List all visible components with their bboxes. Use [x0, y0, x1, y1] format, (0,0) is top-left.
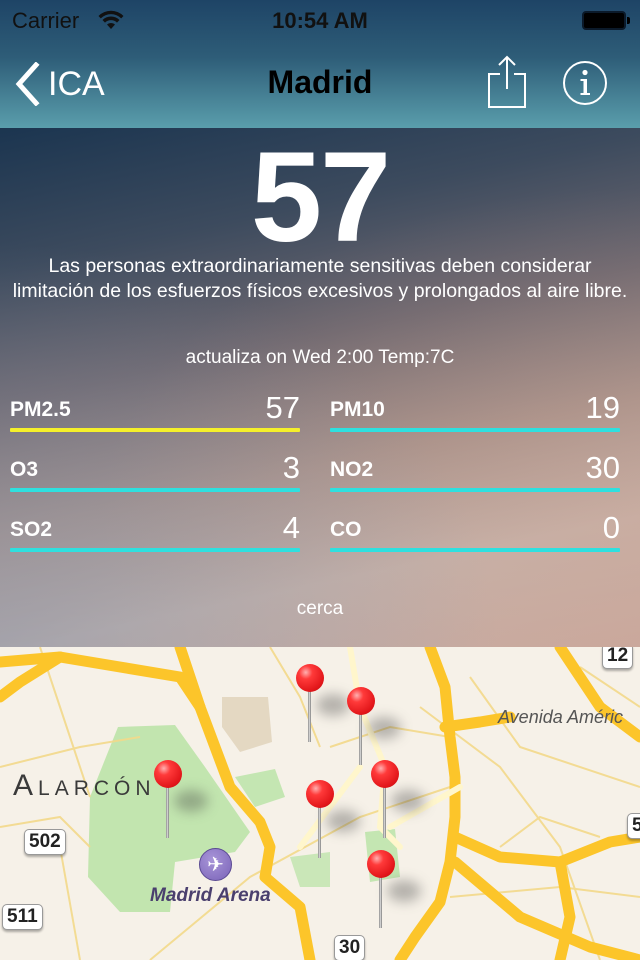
pollutant-name: O3 — [10, 458, 39, 481]
battery-icon — [582, 11, 630, 30]
pollutant-name: SO2 — [10, 518, 53, 541]
road-shield: 12 — [602, 647, 634, 669]
nearby-button[interactable]: cerca — [0, 598, 640, 620]
header: Carrier 10:54 AM ICA Madrid — [0, 0, 640, 128]
health-advice: Las personas extraordinariamente sensiti… — [12, 255, 628, 302]
map-pin[interactable] — [154, 760, 208, 840]
road-shield: 502 — [24, 829, 66, 855]
pollutant-value: 30 — [585, 450, 620, 485]
pollutant-name: PM2.5 — [10, 398, 71, 421]
pollutant-bar — [10, 488, 300, 492]
info-button[interactable] — [562, 60, 608, 106]
airplane-icon[interactable]: ✈ — [199, 848, 232, 881]
road-shield: 511 — [2, 904, 43, 930]
map-label-district: Alarcón — [13, 769, 156, 802]
pollutant-value: 19 — [585, 390, 620, 425]
map-pin[interactable] — [347, 687, 401, 767]
pollutant-bar — [330, 488, 620, 492]
map-view[interactable]: Alarcón Avenida Améric ✈ Madrid Arena 12… — [0, 647, 640, 960]
aqi-value: 57 — [250, 128, 391, 269]
chevron-left-icon — [15, 62, 40, 106]
pollutant-bar — [10, 428, 300, 432]
map-pin[interactable] — [296, 664, 350, 744]
map-label-street: Avenida Améric — [498, 707, 624, 727]
info-icon — [563, 61, 607, 105]
map-label-poi[interactable]: Madrid Arena — [150, 885, 271, 907]
share-icon — [488, 55, 526, 108]
pollutant-value: 4 — [282, 510, 300, 545]
pollutant-value: 3 — [282, 450, 300, 485]
pollutant-bar — [330, 548, 620, 552]
pollutant-pm25: PM2.5 57 — [10, 390, 300, 432]
back-label: ICA — [48, 64, 105, 103]
pollutant-name: CO — [330, 518, 362, 541]
map-pin[interactable] — [371, 760, 425, 840]
aqi-panel: 57 Las personas extraordinariamente sens… — [0, 128, 640, 647]
pollutant-bar — [330, 428, 620, 432]
pollutant-name: PM10 — [330, 398, 385, 421]
road-shield: 30 — [334, 935, 366, 960]
map-pin[interactable] — [367, 850, 421, 930]
road-shield: 5 — [627, 813, 640, 839]
pollutant-pm10: PM10 19 — [330, 390, 620, 432]
pollutant-co: CO 0 — [330, 510, 620, 552]
nav-bar: ICA Madrid — [0, 40, 640, 128]
pollutant-name: NO2 — [330, 458, 374, 481]
pollutant-no2: NO2 30 — [330, 450, 620, 492]
pollutant-so2: SO2 4 — [10, 510, 300, 552]
pollutant-value: 57 — [265, 390, 300, 425]
status-bar: Carrier 10:54 AM — [0, 0, 640, 40]
pollutant-bar — [10, 548, 300, 552]
share-button[interactable] — [484, 54, 530, 110]
map-pin[interactable] — [306, 780, 360, 860]
pollutant-value: 0 — [602, 510, 620, 545]
pollutant-o3: O3 3 — [10, 450, 300, 492]
clock: 10:54 AM — [272, 8, 368, 33]
update-info: actualiza on Wed 2:00 Temp:7C — [185, 347, 455, 368]
back-button[interactable]: ICA — [14, 60, 105, 108]
